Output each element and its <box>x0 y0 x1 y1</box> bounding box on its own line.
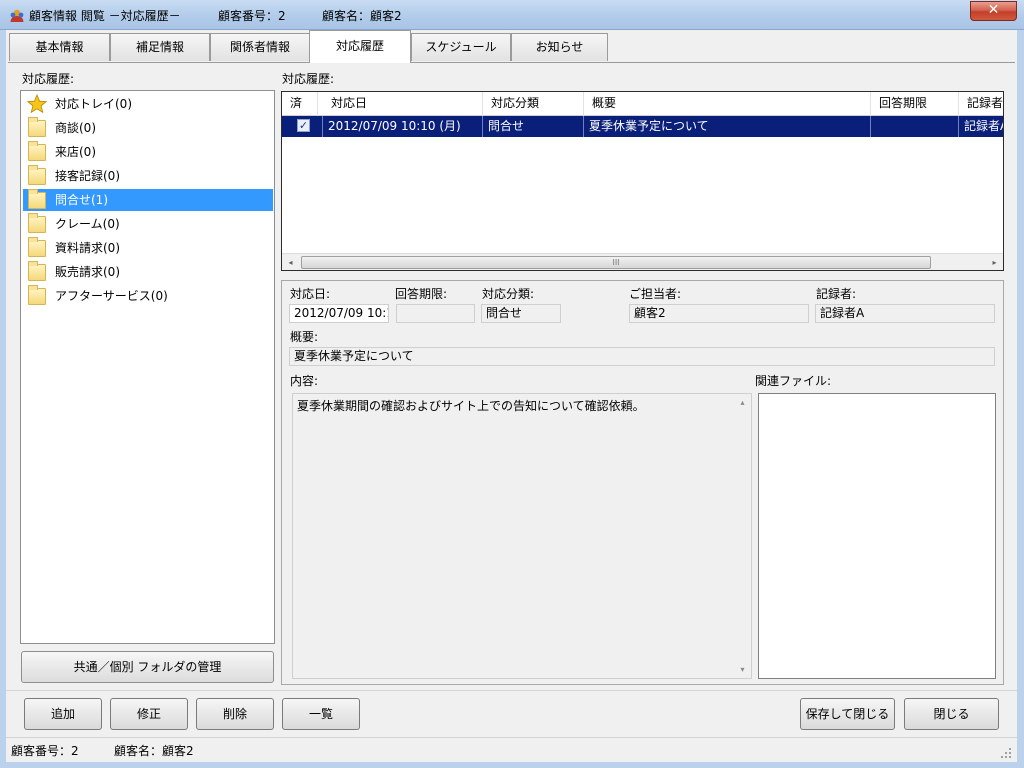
tree-item-label: 対応トレイ(0) <box>55 97 132 111</box>
status-bar: 顧客番号：2 顧客名：顧客2 <box>6 737 1017 762</box>
tree-item-document-request[interactable]: 資料請求(0) <box>23 237 273 259</box>
tab-notices[interactable]: お知らせ <box>511 33 608 61</box>
date-field[interactable]: 2012/07/09 10:10 <box>289 304 389 323</box>
separator <box>6 690 1017 691</box>
window-close-button[interactable]: ✕ <box>970 1 1017 21</box>
tree-item-complaint[interactable]: クレーム(0) <box>23 213 273 235</box>
tree-item-label: クレーム(0) <box>55 217 120 231</box>
deadline-label: 回答期限: <box>395 287 448 301</box>
delete-button[interactable]: 削除 <box>196 698 274 730</box>
grid-horizontal-scrollbar[interactable]: ◂ III ▸ <box>282 253 1003 270</box>
scroll-left-arrow-icon[interactable]: ◂ <box>282 254 299 270</box>
edit-button[interactable]: 修正 <box>110 698 188 730</box>
files-label: 関連ファイル: <box>755 374 832 388</box>
cell-category: 問合せ <box>483 116 584 137</box>
save-close-button[interactable]: 保存して閉じる <box>800 698 895 730</box>
tree-item-service-record[interactable]: 接客記録(0) <box>23 165 273 187</box>
star-icon <box>27 94 47 114</box>
window-title: 顧客情報 閲覧 －対応履歴－ <box>29 9 181 23</box>
content-label: 内容: <box>290 374 319 388</box>
tab-panel-border <box>8 62 1015 63</box>
tab-response-history[interactable]: 対応履歴 <box>309 30 411 63</box>
summary-field[interactable]: 夏季休業予定について <box>289 347 995 366</box>
column-header-done[interactable]: 済 <box>282 92 318 116</box>
scroll-up-arrow-icon[interactable]: ▴ <box>734 398 751 407</box>
title-bar[interactable]: 顧客情報 閲覧 －対応履歴－ 顧客番号：2 顧客名：顧客2 ✕ <box>0 0 1024 30</box>
tree-item-inquiry[interactable]: 問合せ(1) <box>23 189 273 211</box>
column-header-summary[interactable]: 概要 <box>584 92 871 116</box>
tab-related-persons[interactable]: 関係者情報 <box>210 33 310 61</box>
column-header-deadline[interactable]: 回答期限 <box>871 92 959 116</box>
folder-icon <box>28 237 46 257</box>
title-customer-no: 顧客番号：2 <box>218 9 286 23</box>
add-button[interactable]: 追加 <box>24 698 102 730</box>
window-frame-bottom <box>0 762 1024 768</box>
tree-item-label: 接客記録(0) <box>55 169 120 183</box>
date-label: 対応日: <box>290 287 331 301</box>
folder-open-icon <box>28 189 46 209</box>
folder-icon <box>28 213 46 233</box>
tab-schedule[interactable]: スケジュール <box>411 33 511 61</box>
tree-item-store-visit[interactable]: 来店(0) <box>23 141 273 163</box>
cell-summary: 夏季休業予定について <box>584 116 871 137</box>
column-header-date[interactable]: 対応日 <box>323 92 483 116</box>
tree-item-response-tray[interactable]: 対応トレイ(0) <box>23 93 273 115</box>
window-frame-left <box>0 30 6 768</box>
cell-date: 2012/07/09 10:10 (月) <box>323 116 483 137</box>
tab-supplementary-info[interactable]: 補足情報 <box>110 33 210 61</box>
category-field[interactable]: 問合せ <box>481 304 561 323</box>
scroll-down-arrow-icon[interactable]: ▾ <box>734 665 751 674</box>
tree-item-label: 問合せ(1) <box>55 193 108 207</box>
column-header-category[interactable]: 対応分類 <box>483 92 584 116</box>
tree-item-negotiation[interactable]: 商談(0) <box>23 117 273 139</box>
status-customer-name: 顧客名：顧客2 <box>114 744 194 758</box>
folder-icon <box>28 141 46 161</box>
recorder-label: 記録者: <box>816 287 857 301</box>
tree-item-sales-request[interactable]: 販売請求(0) <box>23 261 273 283</box>
history-grid[interactable]: 済 対応日 対応分類 概要 回答期限 記録者 ✓ 2012/07/09 10:1… <box>281 91 1004 271</box>
recorder-field[interactable]: 記録者A <box>815 304 995 323</box>
scroll-right-arrow-icon[interactable]: ▸ <box>986 254 1003 270</box>
content-textarea[interactable]: 夏季休業期間の確認およびサイト上での告知について確認依頼。 ▴ ▾ <box>292 393 752 679</box>
tree-item-label: アフターサービス(0) <box>55 289 168 303</box>
tree-item-label: 来店(0) <box>55 145 96 159</box>
folder-icon <box>28 261 46 281</box>
staff-label: ご担当者: <box>629 287 682 301</box>
title-customer-name: 顧客名：顧客2 <box>322 9 402 23</box>
window-frame-right <box>1017 30 1024 768</box>
app-icon <box>10 9 24 22</box>
folder-icon <box>28 285 46 305</box>
grid-label: 対応履歴: <box>282 72 335 86</box>
resize-grip-icon[interactable] <box>999 746 1013 760</box>
column-header-recorder[interactable]: 記録者 <box>959 92 1003 116</box>
tree-item-label: 販売請求(0) <box>55 265 120 279</box>
tab-basic-info[interactable]: 基本情報 <box>9 33 110 61</box>
manage-folders-button[interactable]: 共通／個別 フォルダの管理 <box>21 651 274 683</box>
tree-item-label: 資料請求(0) <box>55 241 120 255</box>
tree-item-after-service[interactable]: アフターサービス(0) <box>23 285 273 307</box>
table-row[interactable]: ✓ 2012/07/09 10:10 (月) 問合せ 夏季休業予定について 記録… <box>282 116 1004 137</box>
status-customer-no: 顧客番号：2 <box>11 744 79 758</box>
done-checkbox[interactable]: ✓ <box>297 119 310 132</box>
folder-tree[interactable]: 対応トレイ(0) 商談(0) 来店(0) 接客記録(0) 問合せ(1) クレーム… <box>20 90 275 644</box>
grid-header: 済 対応日 対応分類 概要 回答期限 記録者 <box>282 92 1003 116</box>
category-label: 対応分類: <box>482 287 535 301</box>
related-files-list[interactable] <box>758 393 996 679</box>
deadline-field[interactable] <box>396 304 475 323</box>
summary-label: 概要: <box>290 330 319 344</box>
scrollbar-thumb[interactable]: III <box>301 256 931 269</box>
folder-icon <box>28 117 46 137</box>
tree-label: 対応履歴: <box>22 72 75 86</box>
folder-icon <box>28 165 46 185</box>
cell-deadline <box>871 116 959 137</box>
cell-done[interactable]: ✓ <box>282 116 323 137</box>
tree-item-label: 商談(0) <box>55 121 96 135</box>
close-button[interactable]: 閉じる <box>904 698 999 730</box>
list-button[interactable]: 一覧 <box>282 698 360 730</box>
cell-recorder: 記録者A <box>964 119 1004 133</box>
content-vertical-scrollbar[interactable]: ▴ ▾ <box>734 394 751 678</box>
content-text: 夏季休業期間の確認およびサイト上での告知について確認依頼。 <box>297 399 645 413</box>
staff-field[interactable]: 顧客2 <box>629 304 809 323</box>
